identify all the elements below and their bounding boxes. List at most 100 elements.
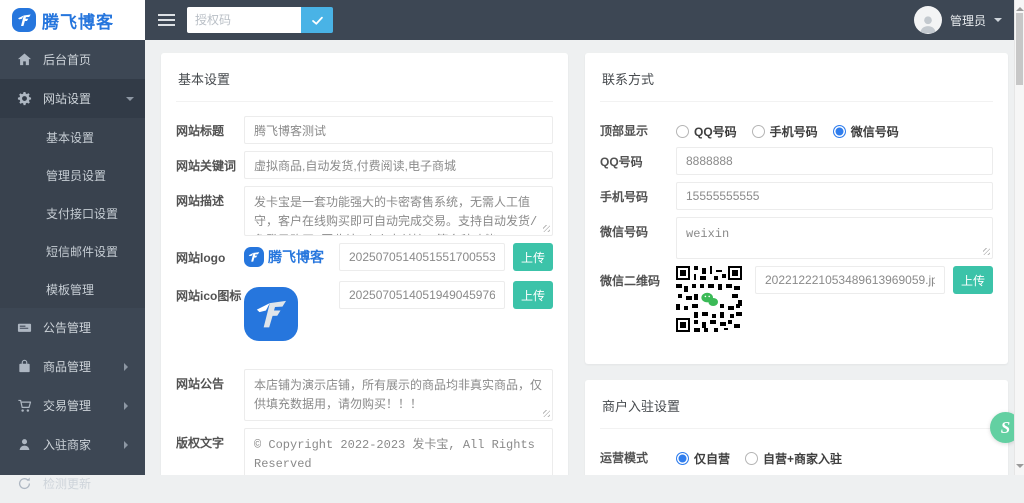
sidebar-item-home[interactable]: 后台首页 <box>0 40 145 79</box>
brand-tf-icon <box>12 8 36 32</box>
announcement-icon <box>17 320 32 335</box>
sidebar-item-site-settings[interactable]: 网站设置 <box>0 79 145 118</box>
field-label: 网站标题 <box>176 116 244 144</box>
scrollbar-thumb[interactable] <box>1016 13 1023 85</box>
sidebar-item-label: 模板管理 <box>46 281 94 298</box>
site-ico-preview <box>244 287 298 341</box>
chevron-right-icon <box>124 363 132 371</box>
field-label: 网站描述 <box>176 186 244 236</box>
qq-number-input[interactable] <box>676 147 993 175</box>
sidebar-item-announcement[interactable]: 公告管理 <box>0 308 145 347</box>
site-notice-textarea[interactable]: 本店铺为演示店铺，所有展示的商品均非真实商品，仅供填充数据用，请勿购买！！！ <box>244 369 553 421</box>
site-logo-preview: 腾飞博客 <box>244 247 324 267</box>
sidebar-item-trade[interactable]: 交易管理 <box>0 386 145 425</box>
radio-top-display-wechat[interactable] <box>833 125 846 138</box>
contact-card: 联系方式 顶部显示 QQ号码 手机号码 微信号码 QQ号码 <box>585 53 1008 364</box>
wechat-id-textarea[interactable]: weixin <box>676 217 993 259</box>
sidebar-item-label: 商品管理 <box>43 358 91 375</box>
brand-name: 腾飞博客 <box>42 8 114 33</box>
user-icon <box>917 12 939 34</box>
ico-upload-button[interactable]: 上传 <box>513 281 553 309</box>
scroll-up-arrow[interactable] <box>1016 3 1024 11</box>
radio-top-display-phone[interactable] <box>752 125 765 138</box>
logo-filename-input[interactable] <box>339 243 505 271</box>
site-keywords-input[interactable] <box>244 151 553 179</box>
card-title: 基本设置 <box>176 67 553 102</box>
radio-label[interactable]: 自营+商家入驻 <box>763 450 842 467</box>
sidebar-item-label: 基本设置 <box>46 129 94 146</box>
sidebar-subitem-basic-settings[interactable]: 基本设置 <box>0 118 145 156</box>
site-title-input[interactable] <box>244 116 553 144</box>
qrcode-filename-input[interactable] <box>755 266 945 294</box>
authcode-input[interactable] <box>187 7 301 33</box>
radio-top-display-qq[interactable] <box>676 125 689 138</box>
copyright-textarea[interactable]: © Copyright 2022-2023 发卡宝, All Rights Re… <box>244 428 553 475</box>
site-description-textarea[interactable]: 发卡宝是一套功能强大的卡密寄售系统，无需人工值守，客户在线购买即可自动完成交易。… <box>244 186 553 236</box>
user-name: 管理员 <box>950 12 986 29</box>
sidebar-item-goods[interactable]: 商品管理 <box>0 347 145 386</box>
avatar <box>914 6 942 34</box>
brand-tf-icon <box>244 247 264 267</box>
app-logo[interactable]: 腾飞博客 <box>0 0 145 40</box>
sidebar-item-label: 管理员设置 <box>46 167 106 184</box>
hamburger-menu-icon[interactable] <box>145 0 187 40</box>
sidebar-item-label: 入驻商家 <box>43 436 91 453</box>
radio-mode-self-plus-merchant[interactable] <box>745 452 758 465</box>
logo-upload-button[interactable]: 上传 <box>513 243 553 271</box>
bag-icon <box>17 359 32 374</box>
sidebar-item-label: 网站设置 <box>43 90 91 107</box>
chevron-right-icon <box>124 402 132 410</box>
check-icon <box>311 14 324 27</box>
sidebar-item-check-update[interactable]: 检测更新 <box>0 464 145 503</box>
radio-label[interactable]: QQ号码 <box>694 123 737 140</box>
field-label: 网站logo <box>176 243 244 271</box>
field-label: QQ号码 <box>600 147 676 175</box>
authcode-submit-button[interactable] <box>301 7 333 33</box>
field-label: 网站公告 <box>176 369 244 421</box>
sidebar-subitem-sms-mail-settings[interactable]: 短信邮件设置 <box>0 232 145 270</box>
field-label: 网站ico图标 <box>176 281 244 357</box>
sidebar-item-label: 后台首页 <box>43 51 91 68</box>
sidebar-subitem-admin-settings[interactable]: 管理员设置 <box>0 156 145 194</box>
sidebar-item-label: 支付接口设置 <box>46 205 118 222</box>
sidebar: 后台首页 网站设置 基本设置 管理员设置 支付接口设置 短信邮件设置 模板管理 … <box>0 40 145 475</box>
scroll-down-arrow[interactable] <box>1016 464 1024 472</box>
top-header: 腾飞博客 管理员 <box>0 0 1024 40</box>
basic-settings-card: 基本设置 网站标题 网站关键词 网站描述 发卡宝是一套功能强大的卡密寄售系统，无… <box>161 53 568 475</box>
vertical-scrollbar[interactable] <box>1014 0 1024 475</box>
sidebar-item-label: 交易管理 <box>43 397 91 414</box>
sidebar-item-label: 短信邮件设置 <box>46 243 118 260</box>
gear-icon <box>17 91 32 106</box>
person-icon <box>17 437 32 452</box>
ico-filename-input[interactable] <box>339 281 505 309</box>
radio-label[interactable]: 仅自营 <box>694 450 730 467</box>
sidebar-item-merchant[interactable]: 入驻商家 <box>0 425 145 464</box>
phone-number-input[interactable] <box>676 182 993 210</box>
field-label: 微信号码 <box>600 217 676 259</box>
field-label: 运营模式 <box>600 443 676 467</box>
sidebar-item-label: 检测更新 <box>43 475 91 492</box>
cart-icon <box>17 398 32 413</box>
radio-label[interactable]: 微信号码 <box>851 123 899 140</box>
logo-preview-text: 腾飞博客 <box>268 247 324 267</box>
merchant-settings-card: 商户入驻设置 运营模式 仅自营 自营+商家入驻 如果您的业务涉及商户入驻，需提前… <box>585 380 1008 475</box>
sidebar-subitem-template-manage[interactable]: 模板管理 <box>0 270 145 308</box>
card-title: 商户入驻设置 <box>600 394 993 429</box>
field-label: 顶部显示 <box>600 116 676 140</box>
field-label: 网站关键词 <box>176 151 244 179</box>
main-content: 基本设置 网站标题 网站关键词 网站描述 发卡宝是一套功能强大的卡密寄售系统，无… <box>145 40 1024 475</box>
home-icon <box>17 52 32 67</box>
site-settings-submenu: 基本设置 管理员设置 支付接口设置 短信邮件设置 模板管理 <box>0 118 145 308</box>
refresh-icon <box>17 476 32 491</box>
radio-mode-self-only[interactable] <box>676 452 689 465</box>
field-label: 微信二维码 <box>600 266 676 346</box>
radio-label[interactable]: 手机号码 <box>770 123 818 140</box>
chevron-down-icon <box>126 97 134 105</box>
field-label: 版权文字 <box>176 428 244 475</box>
qrcode-upload-button[interactable]: 上传 <box>953 266 993 294</box>
user-menu[interactable]: 管理员 <box>914 6 1024 34</box>
wechat-qrcode-image <box>676 266 742 332</box>
field-label: 手机号码 <box>600 182 676 210</box>
chevron-down-icon <box>994 18 1002 26</box>
sidebar-subitem-payment-settings[interactable]: 支付接口设置 <box>0 194 145 232</box>
